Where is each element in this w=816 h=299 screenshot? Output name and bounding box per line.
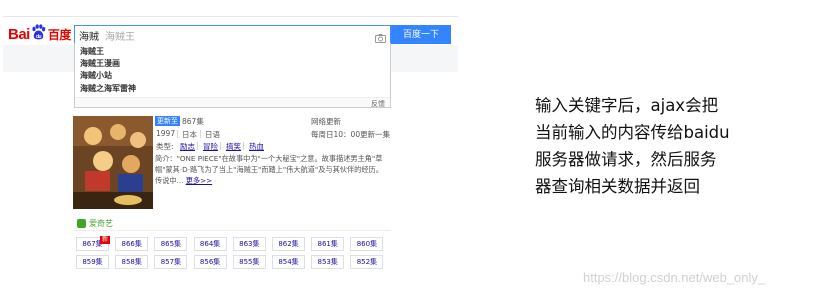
genre-label: 类型: bbox=[156, 142, 174, 151]
genre-link[interactable]: 热血 bbox=[249, 141, 264, 152]
divider: | bbox=[219, 141, 222, 150]
logo-text-cn: 百度 bbox=[47, 28, 72, 42]
baidu-logo[interactable]: Bai du 百度 bbox=[8, 24, 71, 44]
episode-button[interactable]: 855集 bbox=[232, 255, 266, 269]
iqiyi-icon bbox=[77, 219, 86, 228]
anime-poster-image[interactable] bbox=[73, 116, 153, 209]
update-tag: 更新至 bbox=[155, 116, 180, 126]
source-bar[interactable]: 爱奇艺 bbox=[74, 217, 391, 231]
annotation-line: 服务器做请求，然后服务 bbox=[535, 150, 717, 169]
suggestion-item[interactable]: 海贼小站 bbox=[80, 70, 112, 81]
divider: | bbox=[199, 129, 202, 138]
network-update: 网络更新 bbox=[311, 117, 341, 126]
update-schedule: 每周日10：00更新一集 bbox=[311, 130, 391, 139]
source-name: 爱奇艺 bbox=[89, 219, 113, 228]
baidu-screenshot: Bai du 百度 海贼 海贼王 百度一下 海贼王 海贼王漫画 海贼小站 海贼之… bbox=[0, 0, 460, 299]
suggestion-footer: 反馈 bbox=[75, 97, 390, 109]
synopsis: 简介："ONE PIECE"在故事中为"一个大秘宝"之意。故事描述男主角"草帽"… bbox=[155, 153, 390, 186]
episode-button[interactable]: 856集 bbox=[193, 255, 227, 269]
search-button[interactable]: 百度一下 bbox=[391, 25, 451, 44]
episode-button[interactable]: 863集 bbox=[232, 237, 266, 251]
suggestion-item[interactable]: 海贼之海军雷神 bbox=[80, 83, 136, 94]
episode-button[interactable]: 860集 bbox=[350, 237, 384, 251]
episode-button[interactable]: 861集 bbox=[311, 237, 345, 251]
divider: | bbox=[176, 129, 179, 138]
episode-button[interactable]: 853集 bbox=[311, 255, 345, 269]
divider: | bbox=[196, 141, 199, 150]
genre-link[interactable]: 冒险 bbox=[203, 141, 218, 152]
language: 日语 bbox=[205, 130, 220, 139]
episode-button[interactable]: 854集 bbox=[272, 255, 305, 269]
latest-episode: 867集 bbox=[182, 117, 204, 126]
region: 日本 bbox=[182, 130, 197, 139]
genre-link[interactable]: 励志 bbox=[180, 141, 195, 152]
genre-link[interactable]: 搞笑 bbox=[226, 141, 241, 152]
episode-button[interactable]: 858集 bbox=[115, 255, 149, 269]
annotation-line: 输入关键字后，ajax会把 bbox=[535, 96, 719, 115]
search-input-value: 海贼 bbox=[79, 32, 99, 43]
year: 1997 bbox=[156, 129, 176, 138]
episode-button[interactable]: 857集 bbox=[154, 255, 188, 269]
annotation-line: 器查询相关数据并返回 bbox=[535, 177, 700, 196]
search-suggestion-ghost: 海贼王 bbox=[105, 32, 135, 43]
paw-icon: du bbox=[31, 24, 46, 41]
svg-text:du: du bbox=[36, 34, 42, 40]
logo-text-latin: Bai bbox=[8, 26, 30, 43]
episode-button[interactable]: 866集 bbox=[115, 237, 149, 251]
episode-button[interactable]: 864集 bbox=[193, 237, 227, 251]
search-input[interactable]: 海贼 海贼王 bbox=[74, 25, 391, 44]
suggestion-dropdown: 海贼王 海贼王漫画 海贼小站 海贼之海军雷神 反馈 bbox=[74, 43, 391, 108]
annotation-line: 当前输入的内容传给baidu bbox=[535, 123, 730, 142]
episode-button[interactable]: 862集 bbox=[272, 237, 305, 251]
episode-button[interactable]: 865集 bbox=[154, 237, 188, 251]
annotation-text: 输入关键字后，ajax会把 当前输入的内容传给baidu 服务器做请求，然后服务… bbox=[535, 92, 785, 200]
divider: | bbox=[242, 141, 245, 150]
suggestion-item[interactable]: 海贼王漫画 bbox=[80, 58, 120, 69]
episode-button[interactable]: 859集 bbox=[76, 255, 109, 269]
suggestion-item[interactable]: 海贼王 bbox=[80, 46, 104, 57]
camera-icon[interactable] bbox=[375, 29, 386, 43]
more-link[interactable]: 更多>> bbox=[186, 176, 212, 185]
feedback-link[interactable]: 反馈 bbox=[371, 99, 385, 109]
new-badge: 新 bbox=[100, 236, 110, 244]
watermark: https://blog.csdn.net/web_only_ bbox=[583, 270, 766, 285]
top-divider bbox=[3, 16, 458, 17]
episode-button[interactable]: 852集 bbox=[350, 255, 384, 269]
